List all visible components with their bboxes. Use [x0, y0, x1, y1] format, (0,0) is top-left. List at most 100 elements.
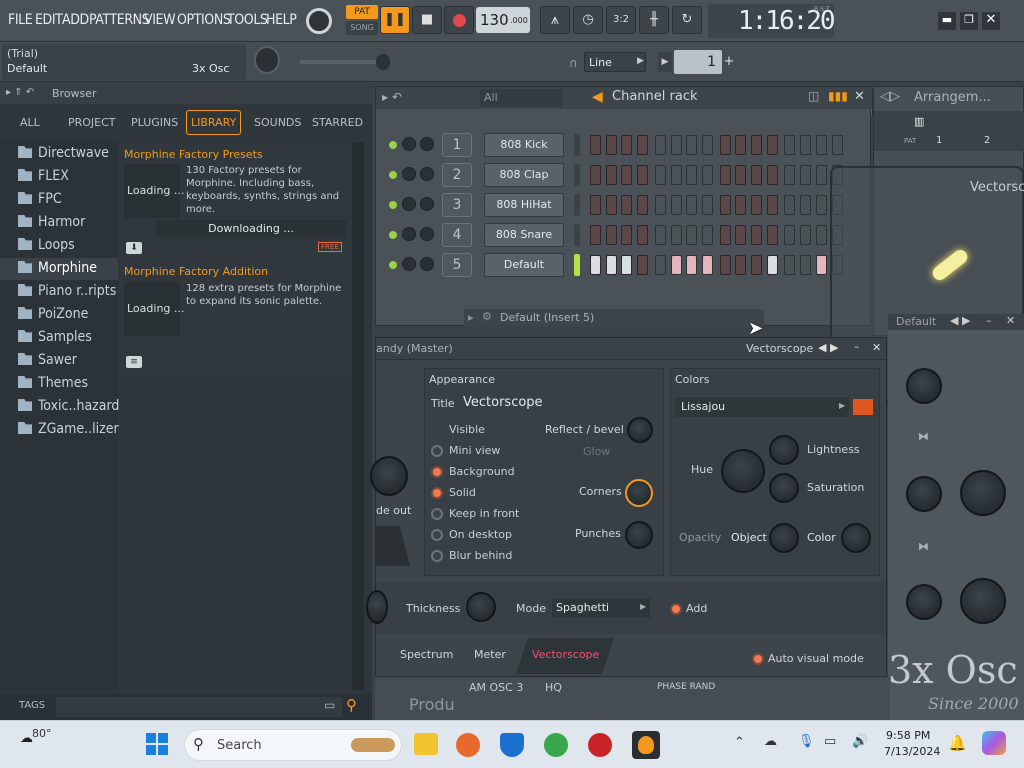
step-button[interactable]: [605, 165, 617, 185]
step-button[interactable]: [719, 165, 731, 185]
step-button[interactable]: [735, 135, 747, 155]
snap-select[interactable]: Line ▶: [584, 52, 646, 72]
step-button[interactable]: [590, 225, 601, 245]
step-button[interactable]: [751, 195, 762, 215]
channel-select[interactable]: [574, 134, 580, 156]
tab-sounds[interactable]: SOUNDS: [254, 116, 301, 129]
step-button[interactable]: [766, 195, 778, 215]
osc-knob[interactable]: [906, 584, 942, 620]
file-explorer-icon[interactable]: [414, 733, 438, 755]
step-button[interactable]: [637, 225, 649, 245]
add-radio[interactable]: [670, 603, 682, 615]
chevron-up-icon[interactable]: ⌃: [734, 735, 745, 750]
step-button[interactable]: [800, 195, 812, 215]
step-button[interactable]: [605, 195, 617, 215]
tab-spectrum[interactable]: Spectrum: [400, 648, 453, 661]
pan-knob[interactable]: [402, 137, 416, 151]
step-button[interactable]: [784, 225, 796, 245]
osc-knob[interactable]: [960, 578, 1006, 624]
volume-knob[interactable]: [420, 167, 434, 181]
step-button[interactable]: [815, 195, 827, 215]
tab-all[interactable]: ALL: [20, 116, 40, 129]
download-icon[interactable]: ⬇: [126, 242, 142, 254]
step-button[interactable]: [784, 195, 796, 215]
folder-icon[interactable]: ▭: [324, 698, 335, 712]
pat-toggle[interactable]: PAT: [346, 5, 378, 19]
bars-icon[interactable]: ▮▮▮: [828, 89, 848, 103]
fl-studio-icon[interactable]: [632, 731, 660, 759]
media-player-icon[interactable]: [588, 733, 612, 757]
tab-plugins[interactable]: PLUGINS: [131, 116, 178, 129]
minimize-button[interactable]: ▬: [938, 12, 956, 30]
menu-help[interactable]: HELP: [266, 12, 297, 28]
firefox-icon[interactable]: [456, 733, 480, 757]
tab-library[interactable]: LIBRARY: [186, 110, 242, 135]
mixer-track-number[interactable]: 1: [442, 133, 472, 157]
step-button[interactable]: [800, 165, 812, 185]
step-button[interactable]: [621, 225, 633, 245]
tab-starred[interactable]: STARRED: [312, 116, 363, 129]
menu-tools[interactable]: TOOLS: [227, 12, 268, 28]
channel-led[interactable]: [389, 231, 397, 239]
utorrent-icon[interactable]: [544, 733, 568, 757]
vectorscope-titlebar[interactable]: andy (Master) Vectorscope ◀ ▶ – ✕: [376, 338, 886, 360]
step-button[interactable]: [654, 255, 666, 275]
menu-view[interactable]: VIEW: [144, 12, 176, 28]
close-icon[interactable]: ✕: [854, 89, 865, 104]
step-button[interactable]: [735, 195, 747, 215]
osc-knob[interactable]: [906, 476, 942, 512]
thickness-knob[interactable]: [466, 592, 496, 622]
metronome-button[interactable]: ⩚: [540, 6, 570, 34]
step-button[interactable]: [719, 195, 731, 215]
folder-piano-scripts[interactable]: Piano r..ripts: [18, 283, 116, 299]
step-button[interactable]: [701, 225, 713, 245]
search-icon[interactable]: ⚲: [346, 696, 357, 714]
step-button[interactable]: [784, 165, 796, 185]
pan-knob[interactable]: [402, 227, 416, 241]
hue-knob[interactable]: [721, 449, 765, 493]
step-button[interactable]: [800, 135, 812, 155]
mixer-track-number[interactable]: 5: [442, 253, 472, 277]
step-button[interactable]: [815, 225, 827, 245]
osc-knob[interactable]: [960, 470, 1006, 516]
volume-slider[interactable]: [300, 60, 386, 64]
stop-button[interactable]: ■: [412, 6, 442, 34]
color-swatch[interactable]: [853, 399, 873, 415]
folder-harmor[interactable]: Harmor: [18, 214, 85, 230]
gear-icon[interactable]: ⚙: [482, 310, 492, 323]
step-button[interactable]: [701, 195, 713, 215]
tempo-display[interactable]: 130 .000: [476, 7, 530, 33]
pause-button[interactable]: ❚❚: [380, 6, 410, 34]
library-item[interactable]: Morphine Factory Presets Loading ... 130…: [120, 142, 352, 258]
microphone-icon[interactable]: 🎙: [798, 734, 815, 749]
step-button[interactable]: [766, 135, 778, 155]
folder-sawer[interactable]: Sawer: [18, 352, 77, 368]
channel-led[interactable]: [389, 141, 397, 149]
step-button[interactable]: [686, 195, 698, 215]
pattern-prev-button[interactable]: ▶: [658, 52, 672, 72]
close-button[interactable]: ✕: [982, 12, 1000, 30]
step-button[interactable]: [621, 195, 633, 215]
step-button[interactable]: [654, 225, 666, 245]
main-pitch-knob[interactable]: [254, 46, 280, 74]
rack-arrow-icon[interactable]: ▸ ↶: [382, 90, 402, 104]
filter-select[interactable]: All: [480, 89, 562, 107]
step-button[interactable]: [654, 135, 666, 155]
osc-knob[interactable]: [906, 368, 942, 404]
expand-arrow-icon[interactable]: ▸: [468, 311, 474, 324]
wait-record-button[interactable]: ◷: [573, 6, 603, 34]
hq-label[interactable]: HQ: [545, 681, 562, 694]
mini-view-radio[interactable]: [431, 445, 443, 457]
weather-temp[interactable]: 80°: [32, 727, 52, 740]
browser-menu-icon[interactable]: ▸ ⇑ ↶: [6, 87, 34, 98]
library-item[interactable]: Morphine Factory Addition Loading ... 12…: [120, 260, 352, 372]
folder-zgameeditor[interactable]: ZGame..lizer: [18, 421, 119, 437]
step-button[interactable]: [605, 225, 617, 245]
master-volume-knob[interactable]: [306, 8, 332, 34]
channel-name-button[interactable]: 808 Snare: [484, 223, 564, 247]
step-button[interactable]: [735, 225, 747, 245]
step-button[interactable]: [670, 135, 682, 155]
phase-rand-label[interactable]: PHASE RAND: [657, 682, 715, 692]
lightness-knob[interactable]: [769, 435, 799, 465]
loop-record-button[interactable]: ↻: [672, 6, 702, 34]
